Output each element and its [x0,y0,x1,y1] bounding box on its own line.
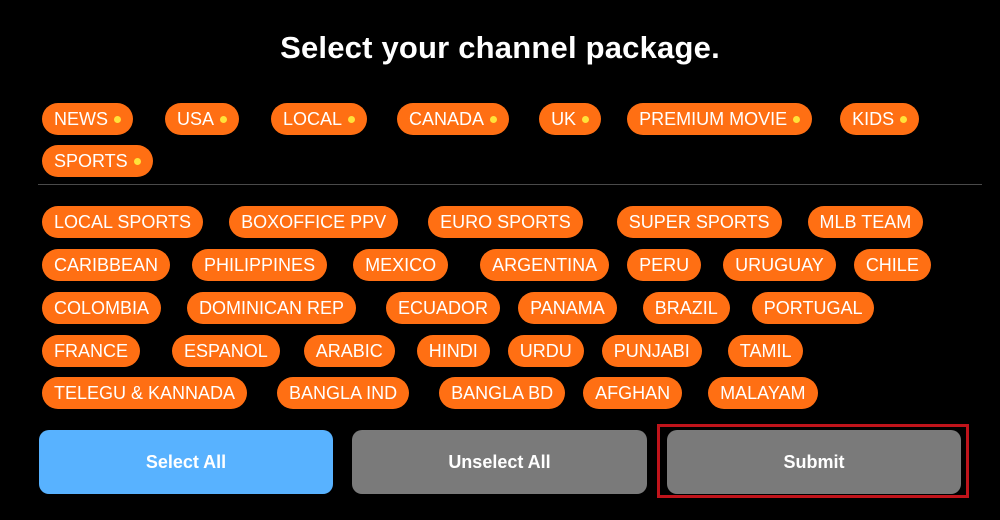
category-chip-malayam[interactable]: MALAYAM [708,377,818,409]
package-chip-news[interactable]: NEWS [42,103,133,135]
select-all-button[interactable]: Select All [39,430,333,494]
package-row-1: NEWS USA LOCAL CANADA UK PREMIUM MOVIE K… [42,103,980,135]
package-chip-label: NEWS [54,109,108,129]
page-title: Select your channel package. [280,30,720,65]
category-chip-punjabi[interactable]: PUNJABI [601,335,702,367]
category-row-4: FRANCE ESPANOL ARABIC HINDI URDU PUNJABI… [42,335,980,367]
package-chip-label: PREMIUM MOVIE [639,109,788,129]
category-chip-dominican-rep[interactable]: DOMINICAN REP [187,292,357,324]
category-chip-afghan[interactable]: AFGHAN [583,377,683,409]
category-chip-uruguay[interactable]: URUGUAY [723,249,836,281]
category-chip-super-sports[interactable]: SUPER SPORTS [616,206,782,238]
category-chip-brazil[interactable]: BRAZIL [642,292,730,324]
package-chip-sports[interactable]: SPORTS [42,145,153,177]
category-chip-telegu-kannada[interactable]: TELEGU & KANNADA [42,377,248,409]
category-row-5: TELEGU & KANNADA BANGLA IND BANGLA BD AF… [42,377,980,409]
category-row-2: CARIBBEAN PHILIPPINES MEXICO ARGENTINA P… [42,249,980,281]
category-chip-euro-sports[interactable]: EURO SPORTS [428,206,583,238]
category-chip-arabic[interactable]: ARABIC [303,335,395,367]
selected-dot-icon [582,115,590,123]
category-chip-boxoffice-ppv[interactable]: BOXOFFICE PPV [229,206,399,238]
submit-button[interactable]: Submit [667,430,961,494]
category-chip-bangla-bd[interactable]: BANGLA BD [439,377,566,409]
selected-dot-icon [114,115,121,123]
category-chip-colombia[interactable]: COLOMBIA [42,292,162,324]
package-chip-label: LOCAL [283,109,343,129]
category-chip-philippines[interactable]: PHILIPPINES [192,249,328,281]
package-chip-label: USA [177,109,215,129]
category-chip-mexico[interactable]: MEXICO [353,249,449,281]
category-row-1: LOCAL SPORTS BOXOFFICE PPV EURO SPORTS S… [42,206,980,238]
category-chip-caribbean[interactable]: CARIBBEAN [42,249,171,281]
category-chip-ecuador[interactable]: ECUADOR [386,292,501,324]
package-row-2: SPORTS [42,145,980,177]
category-chip-peru[interactable]: PERU [627,249,702,281]
selected-dot-icon [793,115,801,123]
category-row-3: COLOMBIA DOMINICAN REP ECUADOR PANAMA BR… [42,292,980,324]
selected-dot-icon [900,115,908,123]
package-chip-local[interactable]: LOCAL [271,103,368,135]
category-chip-urdu[interactable]: URDU [507,335,584,367]
category-chip-panama[interactable]: PANAMA [518,292,617,324]
package-chip-label: KIDS [852,109,895,129]
selected-dot-icon [133,157,141,165]
selected-dot-icon [220,115,228,123]
package-chip-premium-movie[interactable]: PREMIUM MOVIE [627,103,813,135]
category-chip-tamil[interactable]: TAMIL [727,335,804,367]
category-chip-chile[interactable]: CHILE [853,249,931,281]
package-chip-label: CANADA [409,109,485,129]
selected-dot-icon [348,115,356,123]
unselect-all-button[interactable]: Unselect All [352,430,647,494]
category-chip-argentina[interactable]: ARGENTINA [480,249,610,281]
category-chip-espanol[interactable]: ESPANOL [172,335,280,367]
category-chip-bangla-ind[interactable]: BANGLA IND [277,377,410,409]
package-chip-canada[interactable]: CANADA [397,103,510,135]
package-chip-kids[interactable]: KIDS [840,103,920,135]
package-chip-uk[interactable]: UK [539,103,602,135]
package-chip-label: UK [551,109,577,129]
package-chip-usa[interactable]: USA [165,103,240,135]
category-chip-mlb-team[interactable]: MLB TEAM [807,206,924,238]
category-chip-local-sports[interactable]: LOCAL SPORTS [42,206,204,238]
category-chip-hindi[interactable]: HINDI [416,335,490,367]
selected-dot-icon [490,115,498,123]
category-chip-portugal[interactable]: PORTUGAL [751,292,875,324]
category-chip-france[interactable]: FRANCE [42,335,141,367]
channel-package-screen: Select your channel package. NEWS USA LO… [0,0,1000,520]
package-chip-label: SPORTS [54,151,128,171]
section-divider [38,184,982,185]
